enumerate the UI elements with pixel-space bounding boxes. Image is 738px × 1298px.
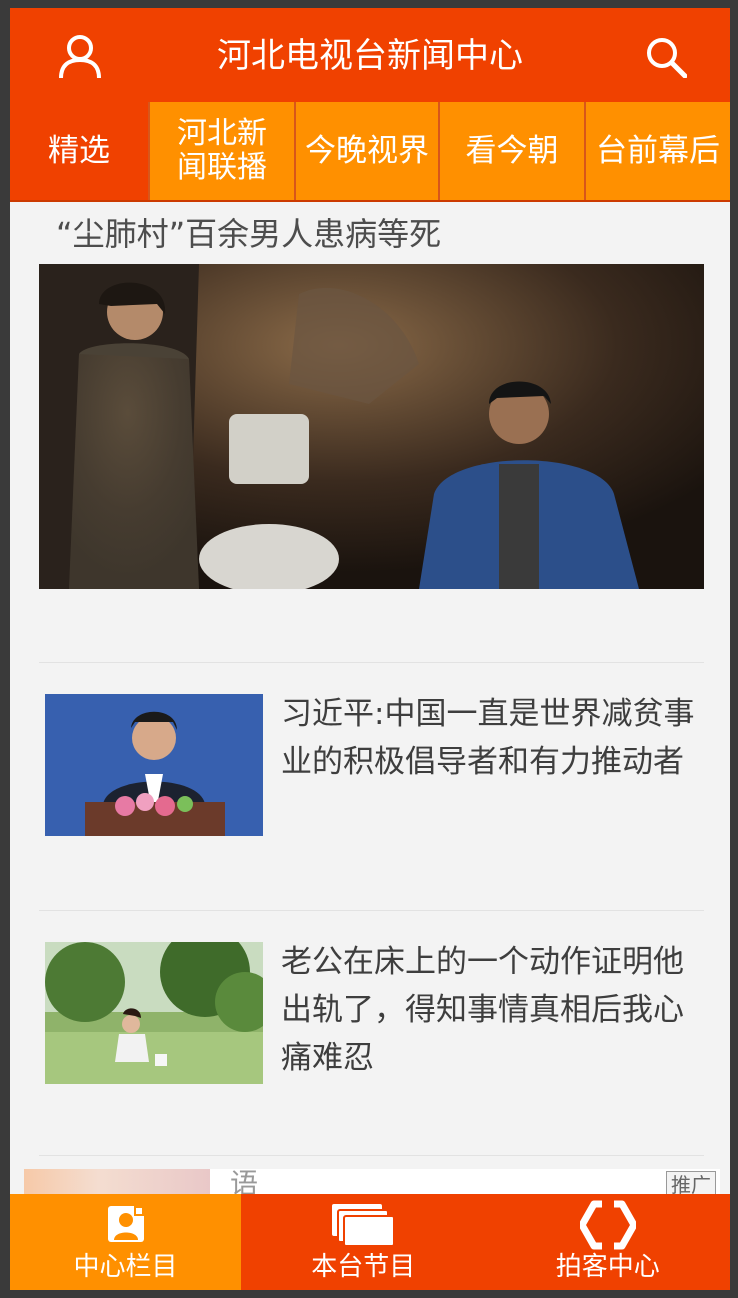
news-thumbnail [45,942,263,1084]
search-icon[interactable] [645,36,687,78]
divider [39,910,704,911]
feature-headline[interactable]: “尘肺村”百余男人患病等死 [56,214,441,254]
nav-center-columns[interactable]: 中心栏目 [10,1194,241,1290]
news-thumbnail [45,694,263,836]
tab-selected[interactable]: 精选 [10,102,150,200]
nav-label: 拍客中心 [555,1252,660,1282]
news-item[interactable]: 老公在床上的一个动作证明他出轨了，得知事情真相后我心痛难忍 [10,942,730,1122]
portrait-icon [107,1206,144,1242]
news-headline: 老公在床上的一个动作证明他出轨了，得知事情真相后我心痛难忍 [281,944,684,1076]
divider [39,1155,704,1156]
news-item[interactable]: 习近平:中国一直是世界减贫事业的积极倡导者和有力推动者 [10,694,730,874]
nav-label: 本台节目 [311,1252,416,1282]
tab-hebei-news[interactable]: 河北新闻联播 [150,102,296,200]
app-screen: 河北电视台新闻中心 精选 河北新闻联播 今晚视界 看今朝 台前幕后 “尘肺村”百… [10,8,730,1290]
feature-image[interactable] [39,264,704,589]
hexagon-logo-icon [579,1200,636,1250]
bottom-nav: 中心栏目 本台节目 拍客中心 [10,1194,730,1290]
divider [39,662,704,663]
page-title: 河北电视台新闻中心 [217,36,523,76]
news-headline: 习近平:中国一直是世界减贫事业的积极倡导者和有力推动者 [281,696,695,780]
tab-today[interactable]: 看今朝 [440,102,586,200]
nav-label: 中心栏目 [73,1252,178,1282]
nav-station-programs[interactable]: 本台节目 [241,1194,486,1290]
tab-tonight-vision[interactable]: 今晚视界 [296,102,440,200]
category-tabs: 精选 河北新闻联播 今晚视界 看今朝 台前幕后 [10,102,730,202]
stack-icon [332,1204,396,1247]
app-header: 河北电视台新闻中心 [10,8,730,102]
tab-behind-scenes[interactable]: 台前幕后 [586,102,730,200]
tab-label: 河北新闻联播 [177,116,267,185]
nav-citizen-reporter[interactable]: 拍客中心 [486,1194,731,1290]
